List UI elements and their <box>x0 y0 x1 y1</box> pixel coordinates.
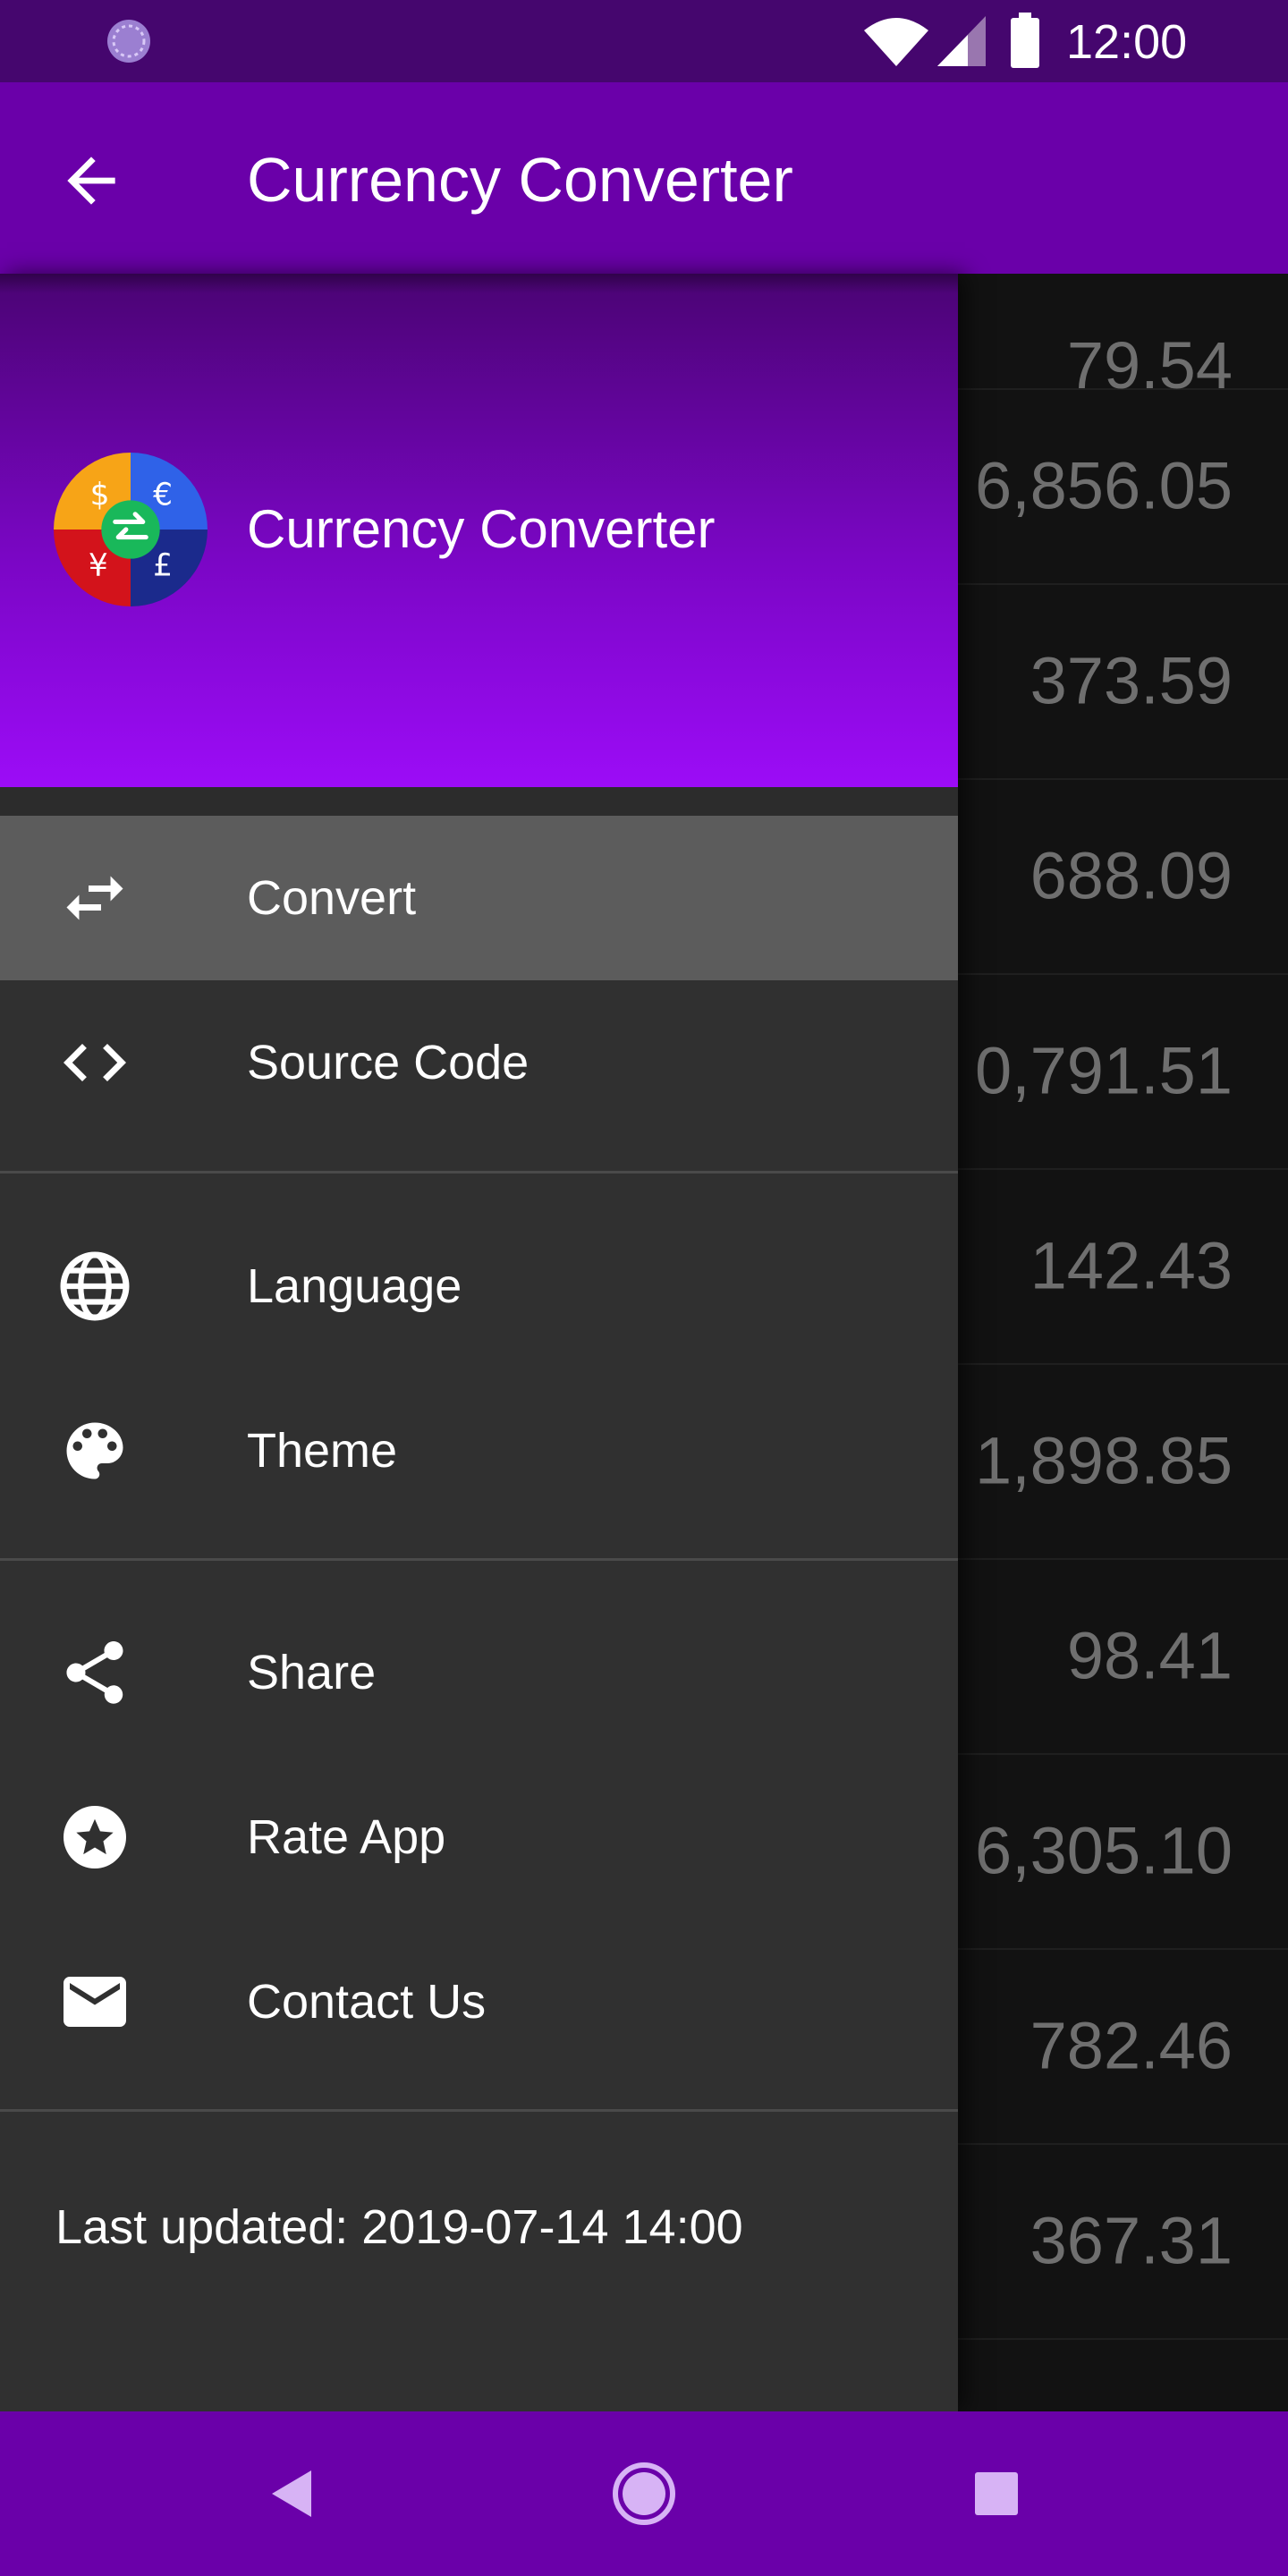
drawer-header-gap <box>0 787 958 816</box>
toolbar-title: Currency Converter <box>247 145 793 215</box>
system-nav-bar <box>0 2411 1288 2576</box>
svg-text:£: £ <box>153 548 173 584</box>
signal-icon <box>937 16 986 66</box>
drawer-item-label: Theme <box>247 1424 398 1478</box>
drawer-divider <box>0 1558 958 1561</box>
sync-icon <box>107 20 150 63</box>
svg-text:€: € <box>153 477 173 513</box>
converted-amount: 0,791.51 <box>974 1033 1233 1108</box>
converted-amount: 1,898.85 <box>974 1423 1233 1498</box>
wifi-icon <box>864 18 928 66</box>
home-nav-icon[interactable] <box>603 2453 685 2535</box>
drawer-item-label: Language <box>247 1259 462 1313</box>
mail-icon <box>64 1977 126 2027</box>
drawer-item-source-code[interactable]: Source Code <box>0 980 958 1145</box>
drawer-item-convert[interactable]: Convert <box>0 816 958 980</box>
drawer-item-label: Convert <box>247 871 417 925</box>
currency-exchange-logo-icon: $ € ¥ £ <box>54 453 208 606</box>
svg-text:$: $ <box>90 477 110 513</box>
last-updated-text: Last updated: 2019-07-14 14:00 <box>55 2200 743 2254</box>
palette-icon <box>66 1422 123 1479</box>
swap-arrows-icon <box>66 876 123 920</box>
converted-amount: 688.09 <box>1030 838 1233 913</box>
drawer-item-label: Rate App <box>247 1810 446 1864</box>
converted-amount: 6,305.10 <box>974 1813 1233 1888</box>
converted-amount: 367.31 <box>1030 2203 1233 2278</box>
drawer-item-contact-us[interactable]: Contact Us <box>0 1919 958 2084</box>
drawer-item-rate-app[interactable]: Rate App <box>0 1755 958 1919</box>
converted-amount: 142.43 <box>1030 1228 1233 1303</box>
header-shadow <box>0 274 958 293</box>
drawer-header: $ € ¥ £ Currency Converter <box>0 274 958 787</box>
code-brackets-icon <box>64 1044 126 1081</box>
navigation-drawer: $ € ¥ £ Currency Converter Convert Sourc… <box>0 274 958 2411</box>
drawer-item-label: Contact Us <box>247 1975 487 2029</box>
battery-icon <box>1011 13 1039 68</box>
converted-amount: 98.41 <box>1066 1618 1233 1693</box>
converted-amount: 373.59 <box>1030 643 1233 718</box>
toolbar: Currency Converter <box>0 82 1288 274</box>
drawer-item-label: Source Code <box>247 1036 530 1089</box>
drawer-item-theme[interactable]: Theme <box>0 1368 958 1533</box>
drawer-item-label: Share <box>247 1646 377 1699</box>
status-time: 12:00 <box>1066 15 1188 69</box>
drawer-item-language[interactable]: Language <box>0 1204 958 1368</box>
svg-text:¥: ¥ <box>89 548 108 584</box>
drawer-divider <box>0 2109 958 2112</box>
recents-nav-icon[interactable] <box>955 2453 1038 2535</box>
drawer-item-share[interactable]: Share <box>0 1590 958 1755</box>
converted-amount: 782.46 <box>1030 2008 1233 2083</box>
drawer-divider <box>0 1171 958 1174</box>
arrow-back-icon[interactable] <box>55 145 127 216</box>
share-icon <box>66 1641 123 1704</box>
status-bar: 12:00 <box>0 0 1288 82</box>
converted-amount: 6,856.05 <box>974 448 1233 523</box>
star-badge-icon <box>64 1806 126 1868</box>
drawer-app-name: Currency Converter <box>247 499 716 559</box>
back-nav-icon[interactable] <box>250 2453 333 2535</box>
globe-icon <box>60 1251 130 1321</box>
